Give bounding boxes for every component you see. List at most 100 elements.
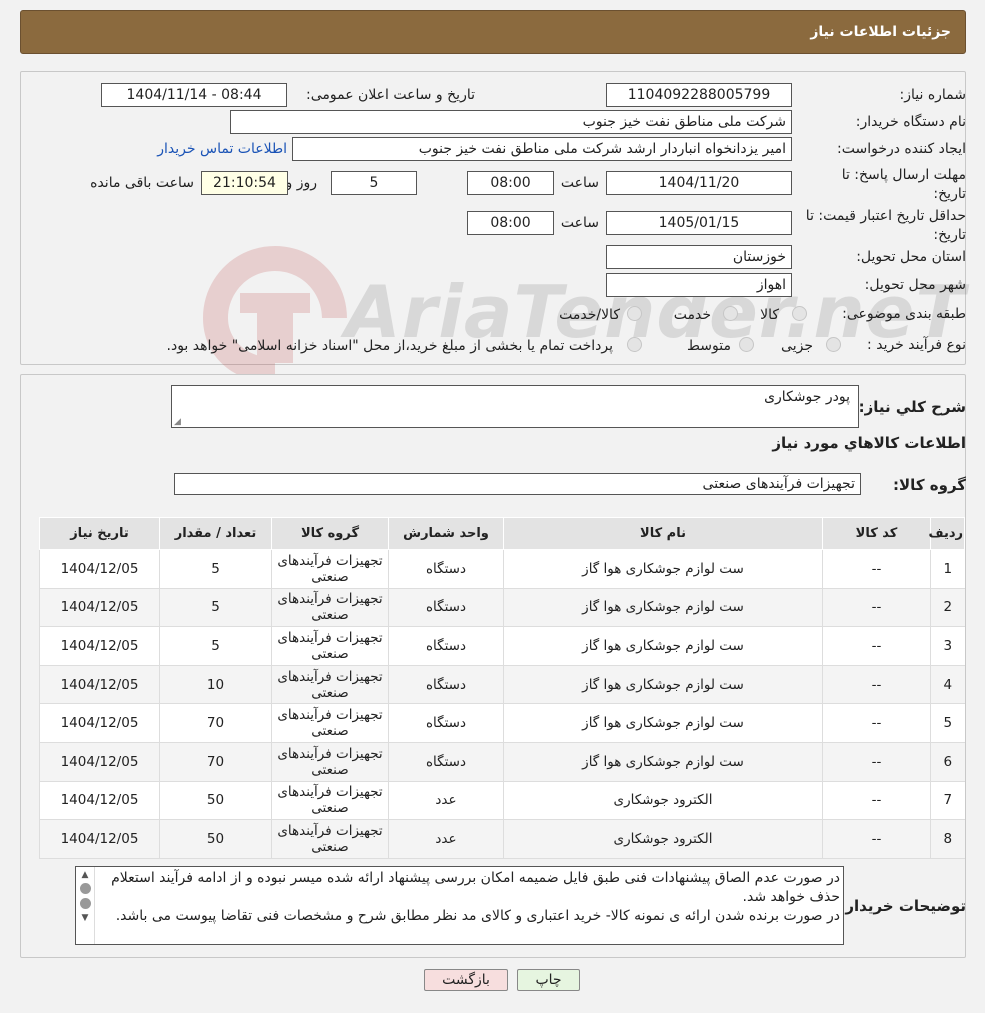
cell-need-date: 1404/12/05 [39,742,160,782]
scroll-down-icon[interactable]: ▼ [76,913,94,923]
table-row: 3 -- ست لوازم جوشکاری هوا گاز دستگاه تجهیزات… [39,626,965,666]
cell-item-code: -- [822,703,931,743]
category-radio-goods-service[interactable] [627,306,642,321]
cell-item-code: -- [822,626,931,666]
cell-need-date: 1404/12/05 [39,781,160,821]
category-radio-service[interactable] [723,306,738,321]
buyer-notes-box[interactable]: ▲ ▼ در صورت عدم الصاق پیشنهادات فنی طبق … [75,866,844,945]
buyer-notes-text: در صورت عدم الصاق پیشنهادات فنی طبق فایل… [111,870,840,924]
creator-label: ایجاد کننده درخواست: [837,141,966,157]
province-label: استان محل تحویل: [856,249,966,265]
process-option-minor: جزیی [781,338,813,354]
notes-scrollbar[interactable]: ▲ ▼ [76,867,95,944]
table-row: 2 -- ست لوازم جوشکاری هوا گاز دستگاه تجهیزات… [39,588,965,628]
cell-need-date: 1404/12/05 [39,549,160,589]
cell-group: تجهیزات فرآیندهای صنعتی [271,703,389,743]
reply-time-label: ساعت [560,175,599,191]
cell-group: تجهیزات فرآیندهای صنعتی [271,626,389,666]
cell-unit: دستگاه [388,588,504,628]
cell-unit: دستگاه [388,742,504,782]
cell-unit: عدد [388,819,504,859]
validity-time-label: ساعت [560,215,599,231]
cell-quantity: 50 [159,819,272,859]
back-button[interactable]: بازگشت [424,969,508,991]
validity-time-field: 08:00 [467,211,554,235]
category-option-service: خدمت [673,307,711,323]
cell-group: تجهیزات فرآیندهای صنعتی [271,742,389,782]
summary-textarea[interactable]: پودر جوشکاری ◢ [171,385,859,428]
page-header: جزئیات اطلاعات نیاز [20,10,966,54]
reply-date-field: 1404/11/20 [606,171,792,195]
process-radio-minor[interactable] [826,337,841,352]
cell-item-code: -- [822,588,931,628]
cell-group: تجهیزات فرآیندهای صنعتی [271,665,389,705]
scroll-up-icon[interactable]: ▲ [76,870,94,880]
cell-unit: دستگاه [388,665,504,705]
creator-field: امیر یزدانخواه انباردار ارشد شرکت ملی من… [292,137,792,161]
cell-group: تجهیزات فرآیندهای صنعتی [271,588,389,628]
items-table: رديف کد کالا نام کالا واحد شمارش گروه کا… [39,517,965,859]
resize-handle-icon[interactable]: ◢ [174,417,181,427]
cell-unit: دستگاه [388,626,504,666]
cell-row-number: 5 [930,703,965,743]
reply-deadline-label: مهلت ارسال پاسخ: تا تاریخ: [841,167,966,202]
cell-item-name: ست لوازم جوشکاری هوا گاز [503,588,823,628]
table-row: 6 -- ست لوازم جوشکاری هوا گاز دستگاه تجهیزات… [39,742,965,782]
print-button[interactable]: چاپ [517,969,580,991]
table-row: 7 -- الکترود جوشکاری عدد تجهیزات فرآیندهای ص… [39,781,965,821]
cell-quantity: 5 [159,626,272,666]
table-row: 1 -- ست لوازم جوشکاری هوا گاز دستگاه تجهیزات… [39,549,965,589]
category-radio-goods[interactable] [792,306,807,321]
price-validity-label: حداقل تاریخ اعتبار قیمت: تا تاریخ: [805,208,966,243]
process-label: نوع فرآیند خرید : [867,337,966,353]
treasury-checkbox[interactable] [627,337,642,352]
cell-need-date: 1404/12/05 [39,588,160,628]
col-header-unit: واحد شمارش [388,517,504,550]
buyer-notes-label: توضیحات خریدار: [839,897,966,915]
table-header-row: رديف کد کالا نام کالا واحد شمارش گروه کا… [39,517,965,550]
cell-need-date: 1404/12/05 [39,665,160,705]
process-note: پرداخت تمام یا بخشی از مبلغ خرید،از محل … [166,338,613,354]
cell-quantity: 70 [159,742,272,782]
cell-row-number: 1 [930,549,965,589]
need-number-field: 1104092288005799 [606,83,792,107]
city-field: اهواز [606,273,792,297]
announce-label: تاریخ و ساعت اعلان عمومی: [306,87,475,103]
category-label: طبقه بندی موضوعی: [842,306,966,322]
cell-item-name: ست لوازم جوشکاری هوا گاز [503,665,823,705]
col-header-item-code: کد کالا [822,517,931,550]
category-option-goods: کالا [760,307,779,323]
group-field: تجهیزات فرآیندهای صنعتی [174,473,861,495]
reply-time-field: 08:00 [467,171,554,195]
process-radio-medium[interactable] [739,337,754,352]
need-number-label: شماره نیاز: [899,87,967,103]
items-section-title: اطلاعات کالاهاي مورد نياز [772,434,966,452]
col-header-quantity: تعداد / مقدار [159,517,272,550]
scroll-thumb-secondary[interactable] [79,898,91,909]
buyer-contact-link[interactable]: اطلاعات تماس خریدار [157,141,287,157]
announce-datetime-field: 1404/11/14 - 08:44 [101,83,287,107]
cell-need-date: 1404/12/05 [39,819,160,859]
cell-item-name: ست لوازم جوشکاری هوا گاز [503,703,823,743]
cell-quantity: 70 [159,703,272,743]
remaining-time-field: 21:10:54 [201,171,288,195]
cell-item-code: -- [822,742,931,782]
summary-label: شرح کلي نياز: [858,398,966,416]
cell-quantity: 5 [159,549,272,589]
cell-item-name: ست لوازم جوشکاری هوا گاز [503,626,823,666]
validity-date-field: 1405/01/15 [606,211,792,235]
cell-item-code: -- [822,549,931,589]
cell-row-number: 8 [930,819,965,859]
cell-row-number: 7 [930,781,965,821]
scroll-thumb[interactable] [79,883,91,894]
cell-row-number: 6 [930,742,965,782]
col-header-need-date: تاریخ نیاز [39,517,160,550]
cell-row-number: 3 [930,626,965,666]
cell-item-code: -- [822,819,931,859]
cell-quantity: 50 [159,781,272,821]
cell-need-date: 1404/12/05 [39,626,160,666]
days-field: 5 [331,171,417,195]
table-row: 8 -- الکترود جوشکاری عدد تجهیزات فرآیندهای ص… [39,819,965,859]
table-row: 4 -- ست لوازم جوشکاری هوا گاز دستگاه تجهیزات… [39,665,965,705]
city-label: شهر محل تحویل: [864,277,966,293]
